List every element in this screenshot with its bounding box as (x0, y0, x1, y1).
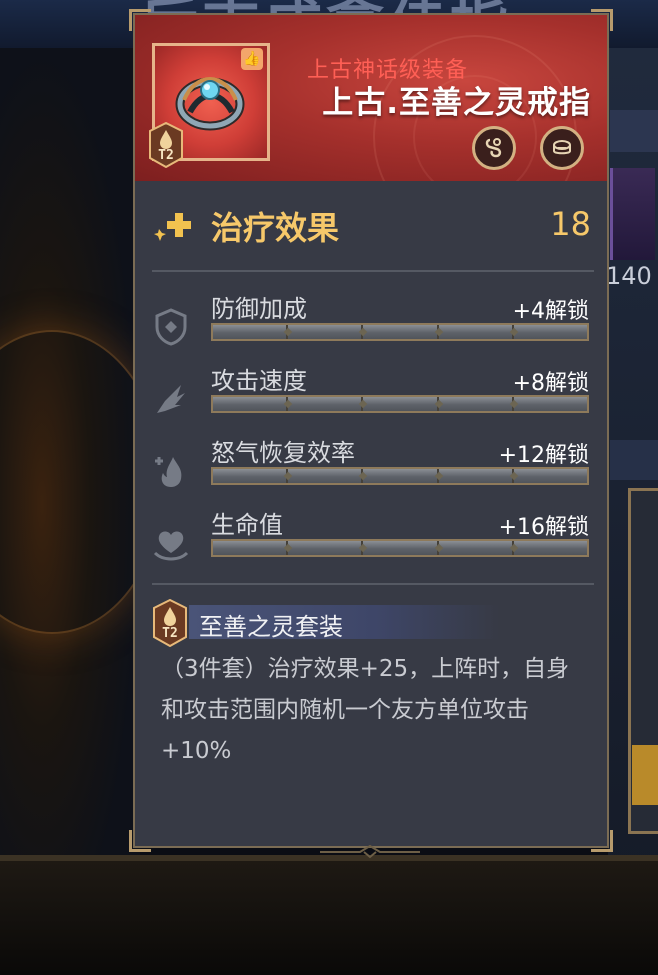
main-stat-value: 18 (550, 205, 591, 243)
panel-bottom-ornament (320, 845, 420, 859)
flame-icon (155, 457, 182, 487)
locked-progress-bar (211, 323, 589, 341)
sparkle-plus-icon (154, 213, 191, 241)
wing-icon (157, 385, 185, 413)
set-name: 至善之灵套装 (199, 613, 343, 641)
shield-icon (155, 308, 187, 346)
thumbs-up-icon: 👍 (241, 48, 263, 70)
frame-corner-ornament (129, 830, 151, 852)
background-right-band-lower (610, 440, 658, 480)
item-name: 上古.至善之灵戒指 (322, 85, 591, 121)
sub-stat-label: 生命值 (211, 511, 283, 539)
sub-stat-row: 怒气恢复效率 +12解锁 (135, 433, 607, 495)
item-tooltip-panel: 👍 T2 上古神话级装备 上古.至善之灵戒指 治疗效果 18 防御加成 +4解锁… (129, 9, 613, 852)
set-bonus-description: （3件套）治疗效果+25，上阵时，自身和攻击范围内随机一个友方单位攻击+10% (161, 656, 570, 764)
sub-stat-row: 防御加成 +4解锁 (135, 289, 607, 351)
sub-stat-label: 攻击速度 (211, 367, 307, 395)
main-stat-row: 治疗效果 18 (135, 201, 607, 251)
sub-stat-row: 攻击速度 +8解锁 (135, 361, 607, 423)
background-slot-number: 140 (606, 262, 652, 290)
sub-stat-label: 怒气恢复效率 (211, 439, 355, 467)
heart-icon (153, 531, 189, 561)
lock-button[interactable] (472, 126, 516, 170)
lock-icon (485, 138, 502, 158)
set-bonus-header: T2 至善之灵套装 (149, 598, 589, 648)
locked-progress-bar (211, 539, 589, 557)
frame-corner-ornament (591, 830, 613, 852)
tier-badge: T2 (149, 121, 183, 169)
set-tier-label: T2 (162, 626, 178, 641)
recycle-button[interactable] (540, 126, 584, 170)
sub-stat-unlock-level: +16解锁 (498, 515, 589, 540)
set-tier-badge: T2 (153, 598, 187, 648)
sub-stat-unlock-level: +12解锁 (498, 443, 589, 468)
item-icon-frame[interactable]: 👍 T2 (149, 43, 270, 169)
locked-progress-bar (211, 467, 589, 485)
sub-stat-unlock-level: +4解锁 (512, 299, 589, 324)
sub-stat-row: 生命值 +16解锁 (135, 505, 607, 567)
background-equipment-slot[interactable] (610, 168, 655, 260)
coins-icon (553, 140, 571, 155)
background-bottom-bar (0, 855, 658, 975)
sub-stat-label: 防御加成 (211, 295, 307, 323)
background-gold-button[interactable] (632, 745, 658, 805)
item-header: 👍 T2 上古神话级装备 上古.至善之灵戒指 (135, 15, 607, 181)
section-divider (152, 270, 594, 272)
tier-label: T2 (158, 148, 174, 163)
main-stat-label: 治疗效果 (211, 209, 340, 247)
background-right-band (610, 110, 658, 152)
locked-progress-bar (211, 395, 589, 413)
section-divider (152, 583, 594, 585)
sub-stat-unlock-level: +8解锁 (512, 371, 589, 396)
